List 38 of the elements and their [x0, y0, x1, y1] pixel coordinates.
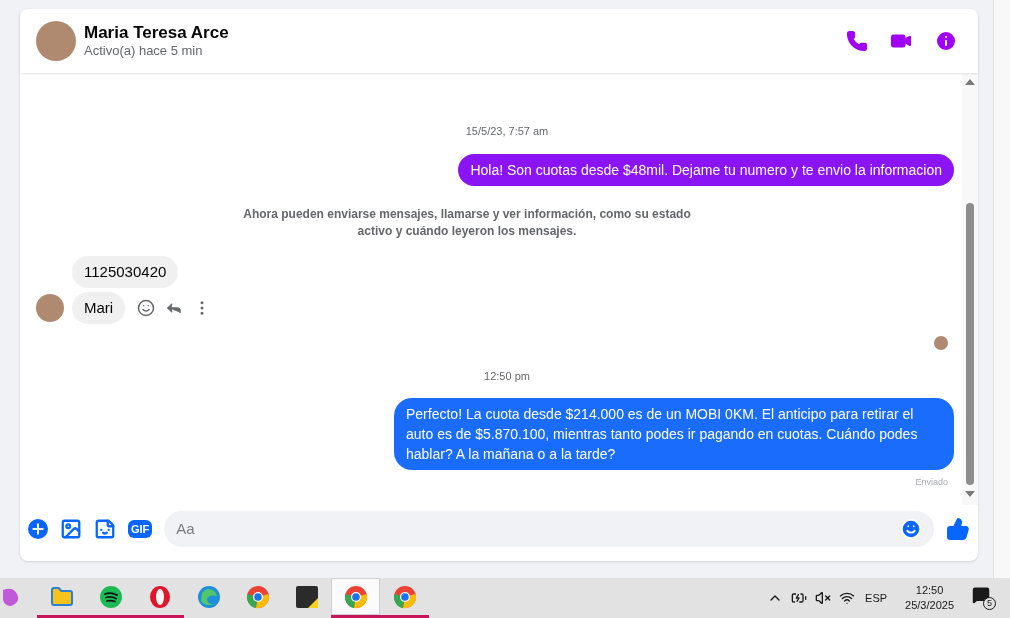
- avatar: [36, 293, 64, 322]
- notification-count: 5: [983, 597, 996, 610]
- message-input[interactable]: Aa: [176, 517, 900, 541]
- timestamp: 15/5/23, 7:57 am: [465, 124, 549, 139]
- scrollbar[interactable]: [962, 73, 978, 505]
- scroll-down-icon[interactable]: [965, 491, 975, 497]
- emoji-icon[interactable]: [900, 518, 922, 540]
- add-button[interactable]: [28, 519, 48, 539]
- info-icon[interactable]: [934, 29, 958, 53]
- wifi-icon[interactable]: [839, 590, 856, 606]
- mute-icon[interactable]: [815, 590, 832, 606]
- battery-icon[interactable]: [791, 590, 808, 606]
- clock[interactable]: 12:50 25/3/2025: [905, 583, 954, 613]
- delivery-status: Enviado: [915, 476, 948, 489]
- avatar: [934, 335, 948, 350]
- gif-button[interactable]: GIF: [128, 520, 153, 538]
- active-status: Activo(a) hace 5 min: [84, 43, 204, 59]
- timestamp: 12:50 pm: [484, 368, 530, 384]
- taskbar-app[interactable]: [331, 578, 380, 618]
- folder-icon[interactable]: [49, 584, 74, 609]
- message-field[interactable]: Aa: [164, 511, 934, 547]
- page-scrollbar[interactable]: [993, 0, 1010, 578]
- photo-icon[interactable]: [60, 518, 82, 540]
- app-icon[interactable]: [295, 585, 318, 608]
- received-message-bubble: Mari: [72, 291, 126, 324]
- avatar: [36, 21, 76, 61]
- sent-message-bubble: Hola! Son cuotas desde $48mil. Dejame tu numero y te envio la informacion: [458, 153, 954, 186]
- scroll-up-icon[interactable]: [965, 79, 975, 85]
- react-icon[interactable]: [137, 298, 156, 317]
- sent-message-bubble: Perfecto! La cuota desde $214.000 es de un MOBI 0KM. El anticipo para retirar el auto es de $5.870.100, mientras tanto podes ir pagando en cuotas. Cuándo podes hablar? A la mañana o a la tarde?: [394, 398, 954, 470]
- contact-name[interactable]: Maria Teresa Arce: [84, 23, 229, 43]
- received-message-bubble: 1125030420: [72, 255, 179, 288]
- like-icon[interactable]: [946, 517, 970, 541]
- call-icon[interactable]: [846, 30, 868, 52]
- language-indicator[interactable]: ESP: [865, 589, 888, 607]
- sticker-icon[interactable]: [94, 518, 116, 540]
- info-notice: Ahora pueden enviarse mensajes, llamarse y ver información, como su estado activo y cuándo leyeron los mensajes.: [242, 205, 692, 240]
- app-icon[interactable]: [98, 584, 123, 609]
